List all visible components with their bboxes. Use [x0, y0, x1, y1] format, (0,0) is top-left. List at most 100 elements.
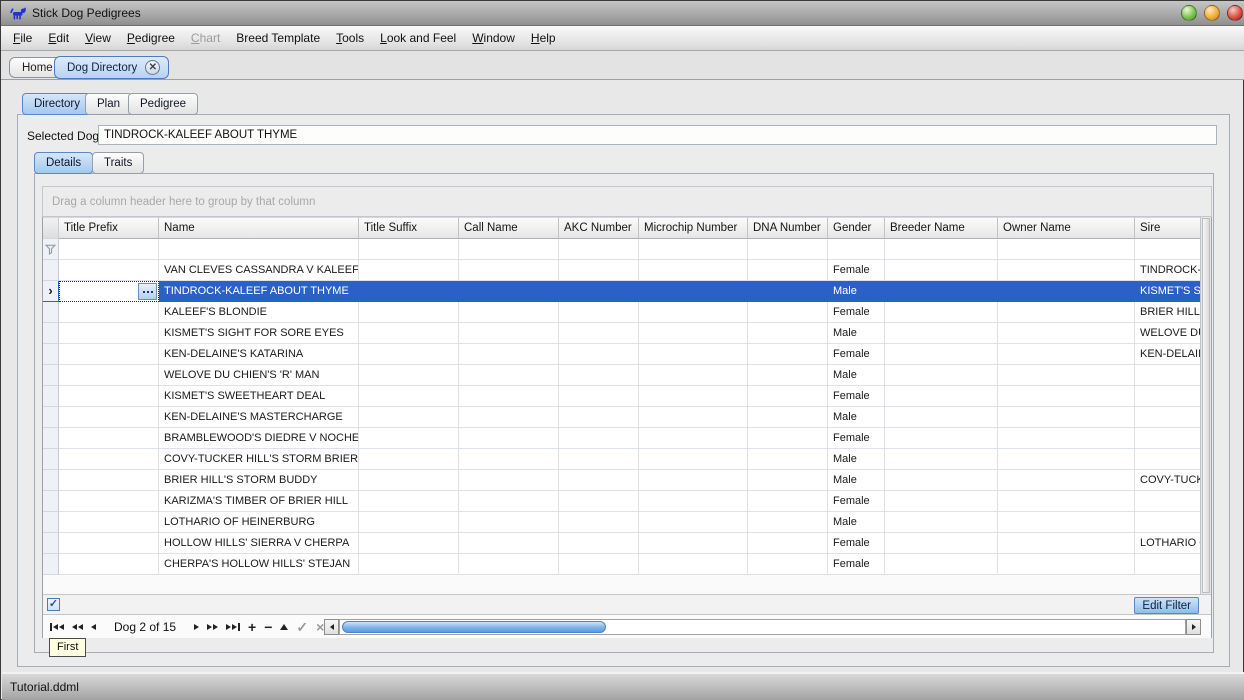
cell-microchip-number[interactable] — [639, 281, 748, 302]
cell-title-suffix[interactable] — [359, 470, 459, 491]
cell-breeder-name[interactable] — [885, 302, 998, 323]
cell-breeder-name[interactable] — [885, 407, 998, 428]
cell-title-suffix[interactable] — [359, 554, 459, 575]
cell-sire[interactable]: KISMET'S SIG — [1135, 281, 1200, 302]
column-header-call-name[interactable]: Call Name — [459, 217, 559, 239]
cell-title-suffix[interactable] — [359, 386, 459, 407]
cell-sire[interactable] — [1135, 386, 1200, 407]
fast-rewind-record-button[interactable] — [68, 619, 87, 635]
filter-cell-owner-name[interactable] — [998, 239, 1135, 260]
last-record-button[interactable] — [222, 619, 244, 635]
cell-microchip-number[interactable] — [639, 533, 748, 554]
cell-breeder-name[interactable] — [885, 260, 998, 281]
cell-breeder-name[interactable] — [885, 344, 998, 365]
table-row[interactable]: LOTHARIO OF HEINERBURGMale — [43, 512, 1200, 533]
column-header-dna-number[interactable]: DNA Number — [748, 217, 828, 239]
cell-title-suffix[interactable] — [359, 491, 459, 512]
insert-record-button[interactable]: + — [244, 619, 260, 635]
filter-cell-microchip-number[interactable] — [639, 239, 748, 260]
cell-gender[interactable]: Female — [828, 554, 885, 575]
cell-title-prefix[interactable] — [59, 491, 159, 512]
filter-cell-name[interactable] — [159, 239, 359, 260]
table-row[interactable]: KEN-DELAINE'S MASTERCHARGEMale — [43, 407, 1200, 428]
cell-dna-number[interactable] — [748, 344, 828, 365]
menu-tools[interactable]: Tools — [328, 28, 372, 48]
table-row[interactable]: KEN-DELAINE'S KATARINAFemaleKEN-DELAINE — [43, 344, 1200, 365]
cell-title-prefix[interactable] — [59, 512, 159, 533]
table-row[interactable]: ›TINDROCK-KALEEF ABOUT THYMEMaleKISMET'S… — [43, 281, 1200, 302]
tab-pedigree[interactable]: Pedigree — [128, 93, 198, 115]
cell-gender[interactable]: Female — [828, 533, 885, 554]
column-header-owner-name[interactable]: Owner Name — [998, 217, 1135, 239]
cell-call-name[interactable] — [459, 533, 559, 554]
cell-akc-number[interactable] — [559, 428, 639, 449]
cell-akc-number[interactable] — [559, 386, 639, 407]
cell-title-prefix[interactable] — [59, 365, 159, 386]
cell-owner-name[interactable] — [998, 449, 1135, 470]
close-button[interactable] — [1227, 5, 1243, 21]
column-header-title-suffix[interactable]: Title Suffix — [359, 217, 459, 239]
horizontal-scrollbar-thumb[interactable] — [342, 621, 606, 633]
cell-call-name[interactable] — [459, 260, 559, 281]
cell-owner-name[interactable] — [998, 512, 1135, 533]
cell-gender[interactable]: Male — [828, 365, 885, 386]
cell-name[interactable]: KISMET'S SWEETHEART DEAL — [159, 386, 359, 407]
menu-look-and-feel[interactable]: Look and Feel — [372, 28, 464, 48]
cell-owner-name[interactable] — [998, 344, 1135, 365]
cell-akc-number[interactable] — [559, 344, 639, 365]
cell-akc-number[interactable] — [559, 365, 639, 386]
table-row[interactable]: KALEEF'S BLONDIEFemaleBRIER HILL'S — [43, 302, 1200, 323]
tab-plan[interactable]: Plan — [85, 93, 132, 115]
cell-breeder-name[interactable] — [885, 512, 998, 533]
menu-help[interactable]: Help — [523, 28, 564, 48]
tab-dog-directory[interactable]: Dog Directory ✕ — [54, 56, 169, 79]
cell-owner-name[interactable] — [998, 281, 1135, 302]
cell-breeder-name[interactable] — [885, 491, 998, 512]
filter-cell-title-prefix[interactable] — [59, 239, 159, 260]
cell-name[interactable]: HOLLOW HILLS' SIERRA V CHERPA — [159, 533, 359, 554]
fast-forward-record-button[interactable] — [203, 619, 222, 635]
cell-breeder-name[interactable] — [885, 554, 998, 575]
cell-call-name[interactable] — [459, 470, 559, 491]
cell-dna-number[interactable] — [748, 533, 828, 554]
table-row[interactable]: WELOVE DU CHIEN'S 'R' MANMale — [43, 365, 1200, 386]
cell-owner-name[interactable] — [998, 260, 1135, 281]
cell-akc-number[interactable] — [559, 554, 639, 575]
table-row[interactable]: KISMET'S SIGHT FOR SORE EYESMaleWELOVE D… — [43, 323, 1200, 344]
tab-traits[interactable]: Traits — [92, 152, 144, 174]
table-row[interactable]: CHERPA'S HOLLOW HILLS' STEJANFemale — [43, 554, 1200, 575]
cell-sire[interactable]: LOTHARIO O — [1135, 533, 1200, 554]
cell-sire[interactable] — [1135, 491, 1200, 512]
cell-name[interactable]: KEN-DELAINE'S KATARINA — [159, 344, 359, 365]
cell-title-prefix[interactable] — [59, 449, 159, 470]
table-row[interactable]: BRAMBLEWOOD'S DIEDRE V NOCHEE IIFemale — [43, 428, 1200, 449]
cell-title-suffix[interactable] — [359, 323, 459, 344]
cell-dna-number[interactable] — [748, 407, 828, 428]
tab-directory[interactable]: Directory — [22, 93, 92, 115]
cell-gender[interactable]: Female — [828, 344, 885, 365]
cell-gender[interactable]: Female — [828, 260, 885, 281]
cell-breeder-name[interactable] — [885, 386, 998, 407]
column-header-gender[interactable]: Gender — [828, 217, 885, 239]
cell-name[interactable]: KEN-DELAINE'S MASTERCHARGE — [159, 407, 359, 428]
column-header-name[interactable]: Name — [159, 217, 359, 239]
next-record-button[interactable] — [190, 619, 203, 635]
cell-owner-name[interactable] — [998, 554, 1135, 575]
cell-sire[interactable]: COVY-TUCKE — [1135, 470, 1200, 491]
cell-name[interactable]: KALEEF'S BLONDIE — [159, 302, 359, 323]
cell-title-prefix[interactable] — [59, 533, 159, 554]
cell-name[interactable]: KARIZMA'S TIMBER OF BRIER HILL — [159, 491, 359, 512]
cell-name[interactable]: TINDROCK-KALEEF ABOUT THYME — [159, 281, 359, 302]
cell-dna-number[interactable] — [748, 365, 828, 386]
cell-dna-number[interactable] — [748, 554, 828, 575]
cell-microchip-number[interactable] — [639, 491, 748, 512]
cell-gender[interactable]: Male — [828, 323, 885, 344]
cell-akc-number[interactable] — [559, 323, 639, 344]
cell-akc-number[interactable] — [559, 491, 639, 512]
cell-title-prefix[interactable] — [59, 323, 159, 344]
ellipsis-button[interactable] — [138, 283, 157, 300]
cell-dna-number[interactable] — [748, 281, 828, 302]
cell-owner-name[interactable] — [998, 302, 1135, 323]
cell-microchip-number[interactable] — [639, 386, 748, 407]
cell-call-name[interactable] — [459, 428, 559, 449]
